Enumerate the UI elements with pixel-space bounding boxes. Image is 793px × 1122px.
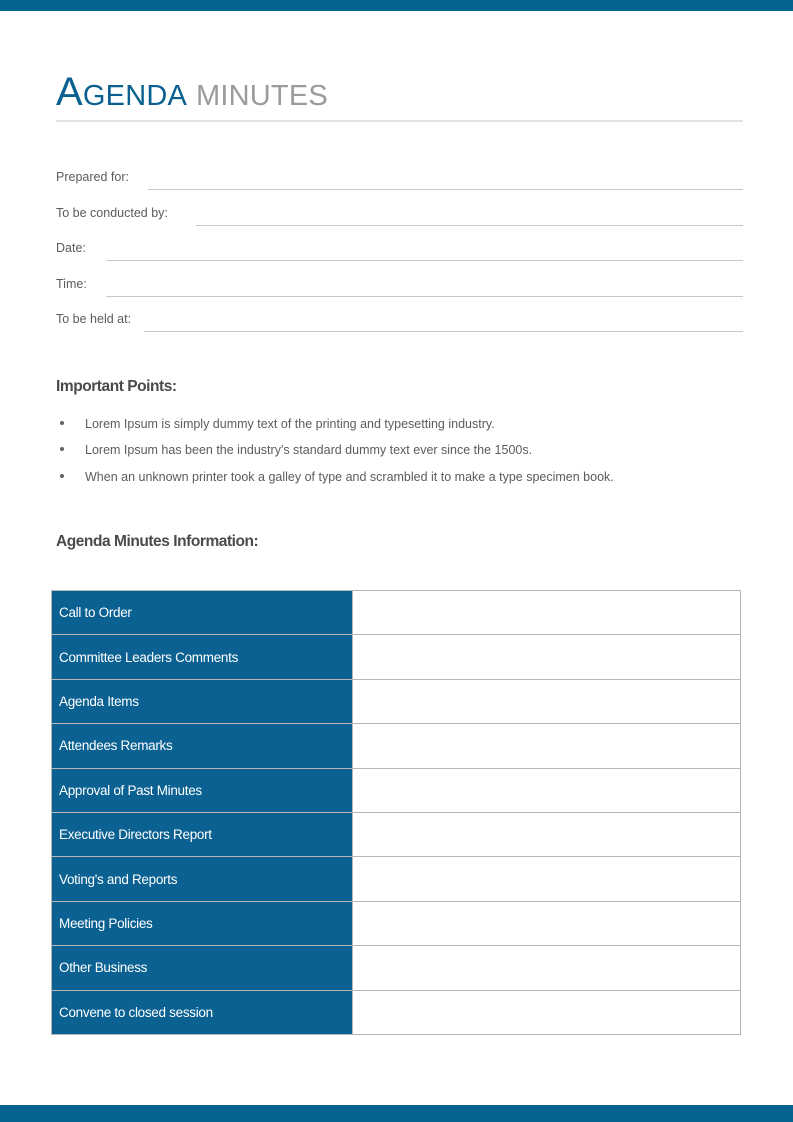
table-row: Attendees Remarks: [51, 723, 741, 769]
field-input-line[interactable]: [106, 295, 743, 297]
field-label: Prepared for:: [56, 170, 129, 184]
bullet-icon: [60, 473, 64, 478]
form-fields: Prepared for: To be conducted by: Date: …: [56, 168, 743, 346]
bottom-accent-bar: [0, 1105, 793, 1122]
agenda-row-value[interactable]: [352, 856, 741, 902]
agenda-row-label: Other Business: [51, 945, 353, 991]
field-input-line[interactable]: [144, 331, 743, 332]
list-item: Lorem Ipsum is simply dummy text of the …: [56, 417, 746, 443]
title-agenda-rest: GENDA: [82, 80, 188, 112]
table-row: Voting's and Reports: [51, 856, 741, 902]
agenda-row-value[interactable]: [352, 634, 741, 680]
agenda-row-value[interactable]: [352, 989, 741, 1035]
agenda-row-value[interactable]: [352, 678, 741, 725]
table-row: Call to Order: [51, 589, 741, 636]
list-item: When an unknown printer took a galley of…: [56, 470, 746, 496]
field-label: To be conducted by:: [56, 205, 168, 220]
important-points-list: Lorem Ipsum is simply dummy text of the …: [56, 417, 746, 496]
field-input-line[interactable]: [148, 189, 743, 190]
agenda-row-value[interactable]: [352, 723, 741, 769]
agenda-row-label: Call to Order: [51, 589, 353, 636]
important-points-heading: Important Points:: [56, 378, 177, 395]
agenda-row-label: Committee Leaders Comments: [51, 634, 353, 680]
title-block: AGENDA MINUTES: [56, 72, 746, 112]
field-conducted-by: To be conducted by:: [56, 204, 743, 240]
page-title: AGENDA MINUTES: [56, 72, 746, 112]
field-label: Time:: [56, 276, 87, 291]
list-item-text: Lorem Ipsum is simply dummy text of the …: [85, 417, 495, 431]
agenda-row-value[interactable]: [352, 767, 741, 813]
agenda-row-label: Executive Directors Report: [51, 811, 353, 858]
field-time: Time:: [56, 275, 743, 311]
list-item: Lorem Ipsum has been the industry's stan…: [56, 443, 746, 469]
title-word-agenda: AGENDA: [56, 72, 188, 112]
agenda-row-value[interactable]: [352, 589, 741, 636]
table-row: Approval of Past Minutes: [51, 767, 741, 813]
list-item-text: When an unknown printer took a galley of…: [85, 469, 614, 484]
agenda-row-value[interactable]: [352, 811, 741, 858]
field-date: Date:: [56, 239, 743, 275]
table-row: Agenda Items: [51, 678, 741, 725]
bullet-icon: [60, 447, 64, 452]
agenda-row-label: Voting's and Reports: [51, 856, 353, 902]
title-initial-letter: A: [56, 70, 83, 114]
list-item-text: Lorem Ipsum has been the industry's stan…: [85, 443, 533, 458]
field-input-line[interactable]: [196, 224, 743, 226]
field-prepared-for: Prepared for:: [56, 168, 743, 204]
table-row: Committee Leaders Comments: [51, 634, 741, 680]
table-row: Executive Directors Report: [51, 811, 741, 858]
bullet-icon: [60, 421, 64, 425]
agenda-row-value[interactable]: [352, 945, 741, 991]
top-accent-bar: [0, 0, 793, 11]
title-divider: [56, 120, 743, 122]
field-held-at: To be held at:: [56, 310, 743, 346]
table-row: Other Business: [51, 945, 741, 991]
agenda-row-label: Agenda Items: [51, 678, 353, 725]
field-label: To be held at:: [56, 312, 132, 326]
field-label: Date:: [56, 241, 86, 255]
agenda-row-value[interactable]: [352, 900, 741, 947]
agenda-minutes-table: Call to Order Committee Leaders Comments…: [51, 589, 741, 1035]
title-word-minutes: MINUTES: [196, 80, 328, 112]
agenda-row-label: Attendees Remarks: [51, 723, 353, 769]
agenda-row-label: Meeting Policies: [51, 900, 353, 947]
document-page: AGENDA MINUTES Prepared for: To be conduc…: [0, 0, 793, 1122]
table-row: Convene to closed session: [51, 989, 741, 1035]
table-row: Meeting Policies: [51, 900, 741, 947]
agenda-row-label: Convene to closed session: [51, 989, 353, 1035]
field-input-line[interactable]: [106, 260, 743, 261]
agenda-table-heading: Agenda Minutes Information:: [56, 533, 259, 550]
agenda-row-label: Approval of Past Minutes: [51, 767, 353, 813]
